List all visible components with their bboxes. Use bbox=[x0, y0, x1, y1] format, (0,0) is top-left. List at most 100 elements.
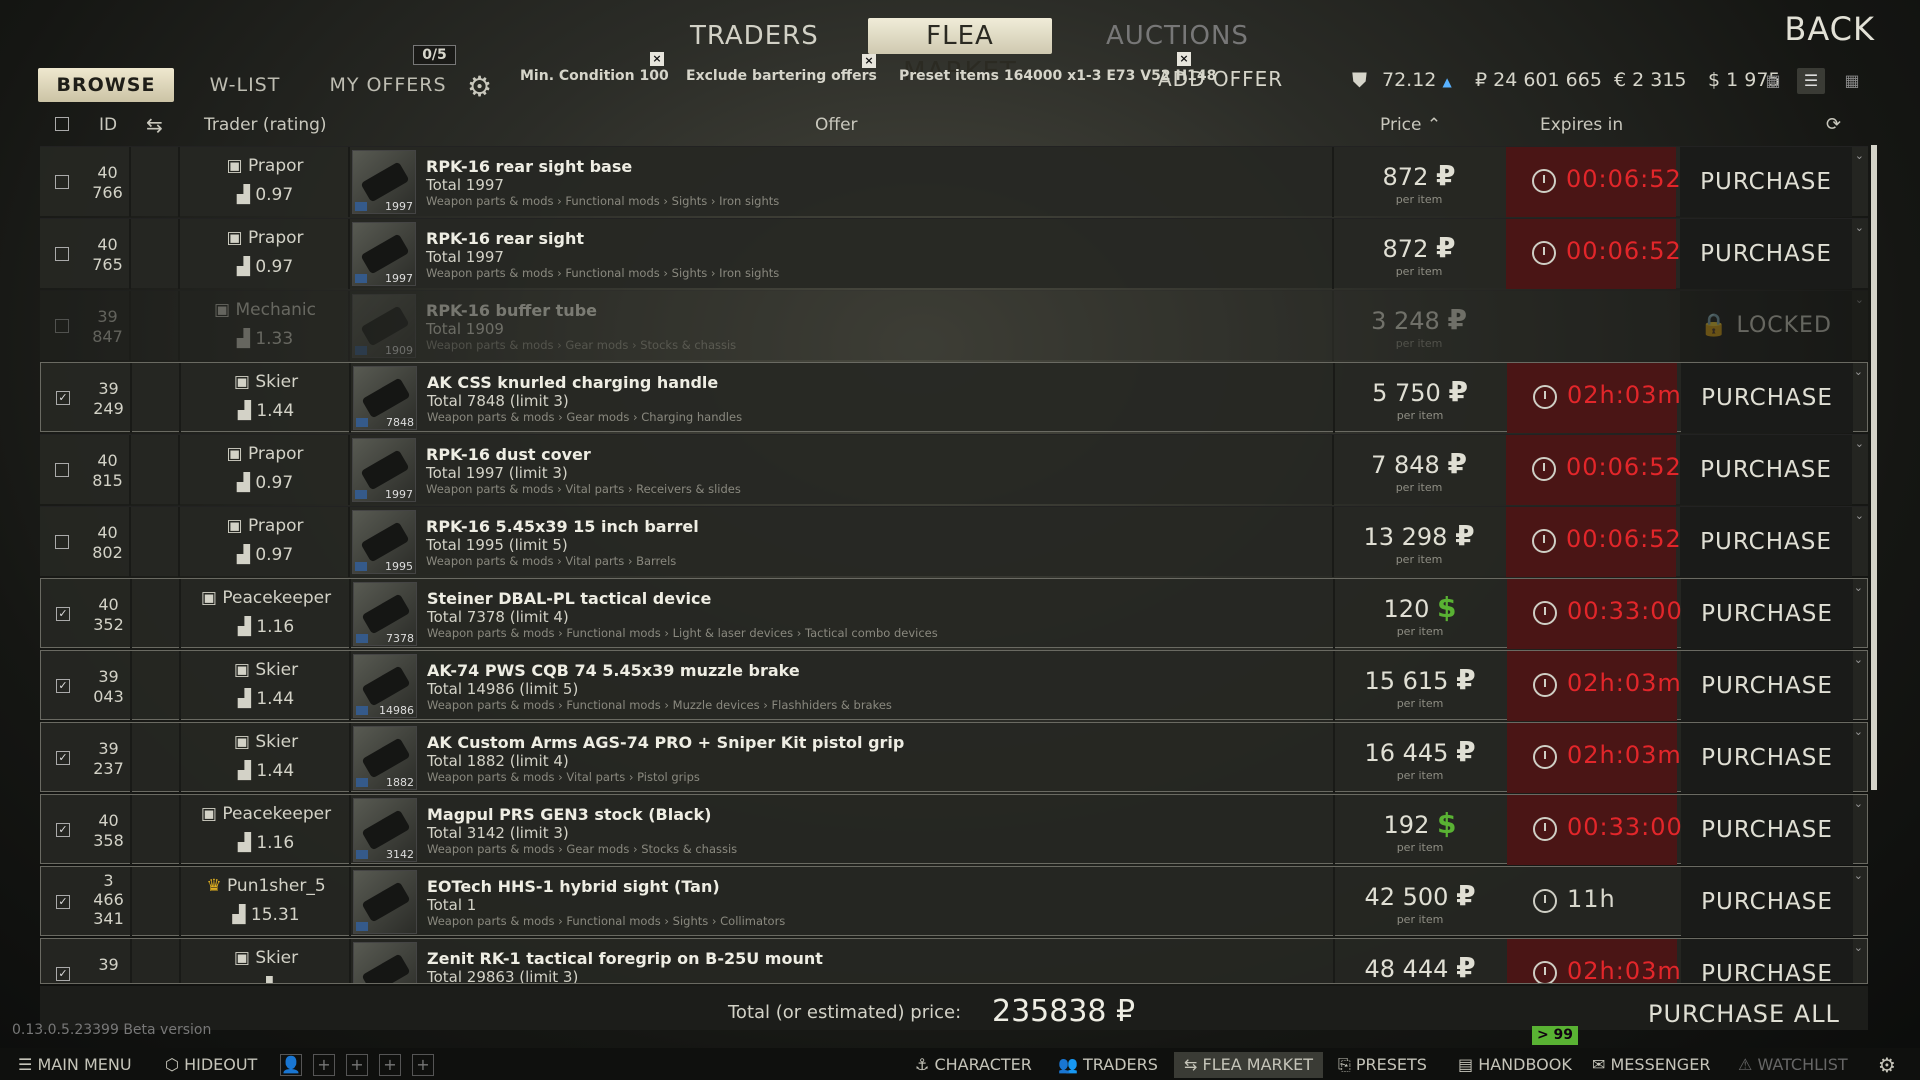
row-checkbox[interactable]: ✓ bbox=[56, 751, 70, 765]
item-thumbnail[interactable] bbox=[353, 942, 417, 983]
gear-icon[interactable]: ⚙ bbox=[467, 70, 492, 103]
taskbar-handbook[interactable]: ▤ HANDBOOK bbox=[1458, 1052, 1572, 1078]
offer-row[interactable]: 40 765 ▣ Prapor ▟ 0.97 1997 RPK-16 rear s… bbox=[40, 218, 1868, 289]
item-thumbnail[interactable]: 1997 bbox=[352, 222, 416, 286]
row-checkbox[interactable]: ✓ bbox=[56, 967, 70, 981]
add-offer-button[interactable]: ADD OFFER bbox=[1158, 67, 1283, 91]
offer-row[interactable]: ✓ 40 358 ▣ Peacekeeper ▟ 1.16 3142 Magpul… bbox=[40, 794, 1868, 865]
row-checkbox[interactable]: ✓ bbox=[56, 679, 70, 693]
item-thumbnail[interactable]: 14986 bbox=[353, 654, 417, 718]
offer-row[interactable]: ✓ 39 249 ▣ Skier ▟ 1.44 7848 AK CSS knurl… bbox=[40, 362, 1868, 433]
offer-row[interactable]: ✓ 40 352 ▣ Peacekeeper ▟ 1.16 7378 Steine… bbox=[40, 578, 1868, 649]
add-slot-icon[interactable]: + bbox=[379, 1054, 401, 1076]
chevron-down-icon[interactable]: ⌄ bbox=[1855, 437, 1864, 450]
tab-browse[interactable]: BROWSE bbox=[38, 68, 174, 102]
item-thumbnail[interactable]: 7378 bbox=[353, 582, 417, 646]
item-thumbnail[interactable] bbox=[353, 870, 417, 934]
taskbar-main-menu[interactable]: ☰ MAIN MENU bbox=[18, 1052, 132, 1078]
purchase-button[interactable]: PURCHASE bbox=[1680, 219, 1852, 289]
offer-row[interactable]: ✓ 39 043 ▣ Skier ▟ 1.44 14986 AK-74 PWS C… bbox=[40, 650, 1868, 721]
item-thumbnail[interactable]: 1997 bbox=[352, 438, 416, 502]
purchase-button[interactable]: PURCHASE bbox=[1680, 147, 1852, 217]
offer-title[interactable]: AK Custom Arms AGS-74 PRO + Sniper Kit p… bbox=[427, 733, 904, 752]
offer-title[interactable]: RPK-16 buffer tube bbox=[426, 301, 597, 320]
nav-auctions[interactable]: AUCTIONS bbox=[1106, 18, 1248, 54]
add-slot-icon[interactable]: + bbox=[313, 1054, 335, 1076]
add-slot-icon[interactable]: + bbox=[346, 1054, 368, 1076]
header-expires[interactable]: Expires in bbox=[1540, 113, 1623, 137]
purchase-all-button[interactable]: PURCHASE ALL bbox=[1648, 1000, 1840, 1028]
item-thumbnail[interactable]: 7848 bbox=[353, 366, 417, 430]
offer-title[interactable]: Zenit RK-1 tactical foregrip on B-25U mo… bbox=[427, 949, 823, 968]
offer-row[interactable]: ✓ 39 237 ▣ Skier ▟ 1.44 1882 AK Custom Ar… bbox=[40, 722, 1868, 793]
row-checkbox[interactable] bbox=[55, 535, 69, 549]
profile-icon[interactable]: 👤 bbox=[280, 1054, 302, 1076]
row-checkbox[interactable]: ✓ bbox=[56, 895, 70, 909]
trader-cell[interactable]: ▣ Prapor ▟ 0.97 bbox=[180, 435, 350, 505]
close-icon[interactable]: × bbox=[1177, 52, 1191, 66]
item-thumbnail[interactable]: 1995 bbox=[352, 510, 416, 574]
row-checkbox[interactable] bbox=[55, 175, 69, 189]
select-all-checkbox[interactable] bbox=[55, 117, 69, 131]
chevron-down-icon[interactable]: ⌄ bbox=[1854, 725, 1863, 738]
row-checkbox[interactable]: ✓ bbox=[56, 607, 70, 621]
purchase-button[interactable]: PURCHASE bbox=[1681, 651, 1853, 721]
purchase-button[interactable]: PURCHASE bbox=[1681, 939, 1853, 983]
item-thumbnail[interactable]: 1909 bbox=[352, 294, 416, 358]
item-thumbnail[interactable]: 3142 bbox=[353, 798, 417, 862]
header-trader[interactable]: Trader (rating) bbox=[204, 113, 327, 137]
filter-exclude-bartering[interactable]: Exclude bartering offers bbox=[686, 66, 877, 86]
grid-small-view-icon[interactable]: ▦ bbox=[1759, 68, 1787, 94]
close-icon[interactable]: × bbox=[862, 54, 876, 68]
chevron-down-icon[interactable]: ⌄ bbox=[1854, 365, 1863, 378]
taskbar-hideout[interactable]: ⬡ HIDEOUT bbox=[165, 1052, 257, 1078]
row-checkbox[interactable]: ✓ bbox=[56, 823, 70, 837]
purchase-button[interactable]: PURCHASE bbox=[1681, 579, 1853, 649]
offer-row[interactable]: 40 802 ▣ Prapor ▟ 0.97 1995 RPK-16 5.45x3… bbox=[40, 506, 1868, 577]
purchase-button[interactable]: PURCHASE bbox=[1681, 363, 1853, 433]
settings-icon[interactable]: ⚙ bbox=[1878, 1052, 1896, 1078]
chevron-down-icon[interactable]: ⌄ bbox=[1854, 581, 1863, 594]
trader-cell[interactable]: ▣ Skier ▟ 1.44 bbox=[181, 723, 351, 793]
nav-traders[interactable]: TRADERS bbox=[690, 18, 818, 54]
header-id[interactable]: ID bbox=[99, 113, 117, 137]
item-thumbnail[interactable]: 1997 bbox=[352, 150, 416, 214]
trader-cell[interactable]: ▣ Prapor ▟ 0.97 bbox=[180, 219, 350, 289]
trader-cell[interactable]: ▣ Skier ▟ 1.44 bbox=[181, 363, 351, 433]
row-checkbox[interactable]: ✓ bbox=[56, 391, 70, 405]
purchase-button[interactable]: PURCHASE bbox=[1680, 435, 1852, 505]
taskbar-character[interactable]: ⚓ CHARACTER bbox=[915, 1052, 1032, 1078]
chevron-down-icon[interactable]: ⌄ bbox=[1855, 149, 1864, 162]
purchase-button[interactable]: PURCHASE bbox=[1681, 867, 1853, 937]
add-slot-icon[interactable]: + bbox=[412, 1054, 434, 1076]
chevron-down-icon[interactable]: ⌄ bbox=[1855, 293, 1864, 306]
trader-cell[interactable]: ▣ Prapor ▟ 0.97 bbox=[180, 147, 350, 217]
offer-title[interactable]: AK-74 PWS CQB 74 5.45x39 muzzle brake bbox=[427, 661, 800, 680]
offer-title[interactable]: EOTech HHS-1 hybrid sight (Tan) bbox=[427, 877, 720, 896]
refresh-icon[interactable]: ⇆ bbox=[146, 113, 163, 137]
trader-cell[interactable]: ♛ Pun1sher_5 ▟ 15.31 bbox=[181, 867, 351, 937]
offer-row[interactable]: 40 766 ▣ Prapor ▟ 0.97 1997 RPK-16 rear s… bbox=[40, 146, 1868, 217]
close-icon[interactable]: × bbox=[650, 52, 664, 66]
item-thumbnail[interactable]: 1882 bbox=[353, 726, 417, 790]
tab-wlist[interactable]: W-LIST bbox=[200, 68, 290, 102]
row-checkbox[interactable] bbox=[55, 319, 69, 333]
tab-my-offers[interactable]: MY OFFERS bbox=[328, 68, 448, 102]
taskbar-watchlist[interactable]: ⚠ WATCHLIST bbox=[1738, 1052, 1848, 1078]
nav-flea-market[interactable]: FLEA MARKET bbox=[868, 18, 1052, 87]
trader-cell[interactable]: ▣ Mechanic ▟ 1.33 bbox=[180, 291, 350, 361]
chevron-down-icon[interactable]: ⌄ bbox=[1855, 221, 1864, 234]
row-checkbox[interactable] bbox=[55, 463, 69, 477]
chevron-down-icon[interactable]: ⌄ bbox=[1854, 653, 1863, 666]
taskbar-messenger[interactable]: ✉ MESSENGER bbox=[1592, 1052, 1710, 1078]
back-button[interactable]: BACK bbox=[1784, 10, 1875, 48]
trader-cell[interactable]: ▣ Skier ▟ bbox=[181, 939, 351, 983]
trader-cell[interactable]: ▣ Skier ▟ 1.44 bbox=[181, 651, 351, 721]
chevron-down-icon[interactable]: ⌄ bbox=[1854, 941, 1863, 954]
taskbar-presets[interactable]: ⎘ PRESETS bbox=[1338, 1052, 1427, 1078]
purchase-button[interactable]: PURCHASE bbox=[1681, 723, 1853, 793]
offer-title[interactable]: AK CSS knurled charging handle bbox=[427, 373, 718, 392]
trader-cell[interactable]: ▣ Peacekeeper ▟ 1.16 bbox=[181, 795, 351, 865]
offer-title[interactable]: Steiner DBAL-PL tactical device bbox=[427, 589, 711, 608]
offer-row[interactable]: ✓ 39 ▣ Skier ▟ Zenit RK-1 tactical foreg… bbox=[40, 938, 1868, 984]
